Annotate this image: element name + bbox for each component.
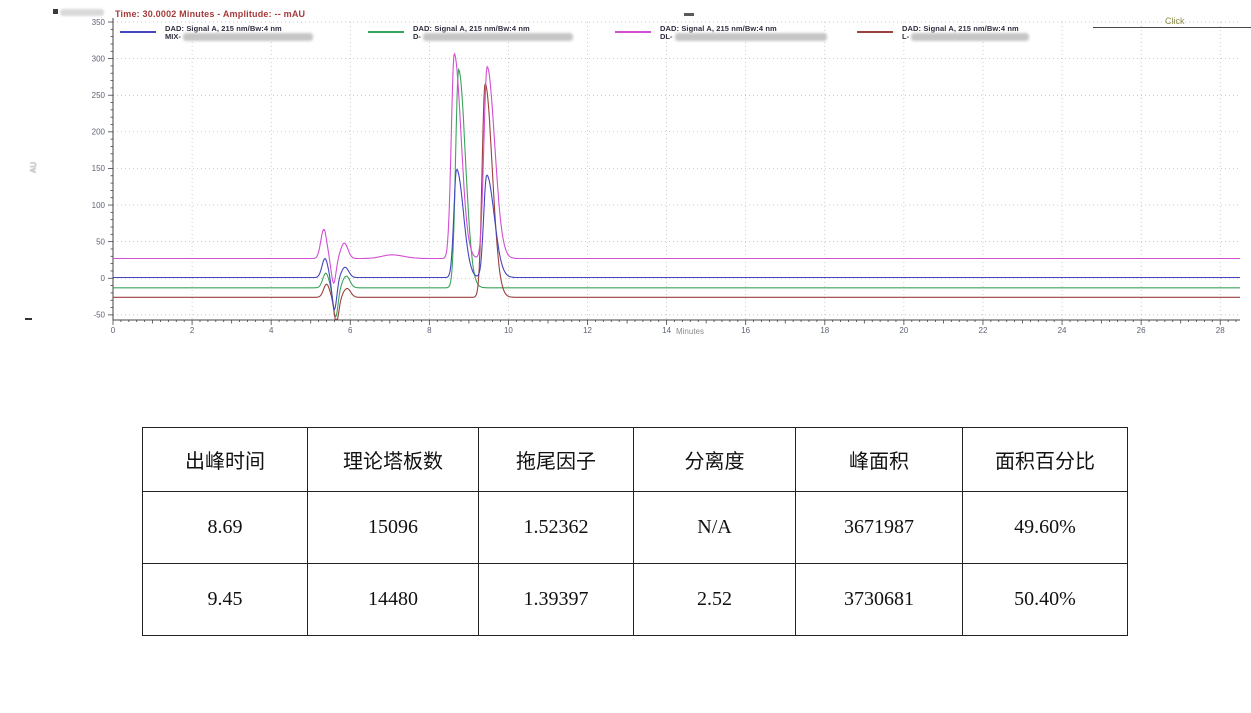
y-tick-label: 200 (92, 128, 106, 137)
trace-d (113, 70, 1240, 317)
y-tick-label: -50 (93, 311, 105, 320)
table-header-row: 出峰时间 理论塔板数 拖尾因子 分离度 峰面积 面积百分比 (143, 428, 1128, 492)
cell-peak-time: 8.69 (143, 492, 308, 564)
cell-area-percent: 49.60% (963, 492, 1128, 564)
x-tick-label: 22 (979, 326, 988, 335)
x-tick-label: 6 (348, 326, 353, 335)
legend-sample-prefix: DL- (660, 33, 673, 41)
legend-sample-prefix: D- (413, 33, 421, 41)
peak-results-table: 出峰时间 理论塔板数 拖尾因子 分离度 峰面积 面积百分比 8.69 15096… (142, 427, 1128, 636)
cell-plates: 14480 (308, 564, 479, 636)
legend-entry-l: DAD: Signal A, 215 nm/Bw:4 nmL- (902, 25, 1029, 41)
redacted-smudge (60, 9, 104, 16)
cell-resolution: 2.52 (634, 564, 796, 636)
y-tick-label: 150 (92, 164, 106, 173)
chromatogram-panel: -500501001502002503003500246810121416182… (0, 0, 1251, 360)
chromatogram-plot: -500501001502002503003500246810121416182… (0, 0, 1251, 360)
x-tick-label: 0 (111, 326, 116, 335)
header-tailing: 拖尾因子 (479, 428, 634, 492)
x-tick-label: 26 (1137, 326, 1146, 335)
click-link[interactable]: Click (1165, 16, 1185, 26)
peak-results-region: 出峰时间 理论塔板数 拖尾因子 分离度 峰面积 面积百分比 8.69 15096… (142, 427, 1128, 636)
y-tick-label: 350 (92, 18, 106, 27)
legend-sample-prefix: MIX- (165, 33, 181, 41)
redacted-sample-name (675, 33, 827, 41)
x-tick-label: 8 (427, 326, 432, 335)
legend-swatch-mix (120, 31, 156, 33)
legend-swatch-l (857, 31, 893, 33)
minimize-mark (684, 13, 694, 16)
y-tick-label: 100 (92, 201, 106, 210)
cell-peak-time: 9.45 (143, 564, 308, 636)
legend-sample-label: MIX- (165, 33, 313, 41)
x-tick-label: 2 (190, 326, 195, 335)
trace-l (113, 84, 1240, 319)
cell-area-percent: 50.40% (963, 564, 1128, 636)
legend-signal-label: DAD: Signal A, 215 nm/Bw:4 nm (902, 25, 1029, 33)
chart-title: Time: 30.0002 Minutes - Amplitude: -- mA… (115, 9, 305, 19)
screenshot-root: -500501001502002503003500246810121416182… (0, 0, 1251, 713)
trace-mix (113, 169, 1240, 309)
legend-entry-mix: DAD: Signal A, 215 nm/Bw:4 nmMIX- (165, 25, 313, 41)
redacted-sample-name (911, 33, 1029, 41)
y-axis-label: AU (29, 162, 38, 173)
legend-sample-prefix: L- (902, 33, 909, 41)
table-row: 9.45 14480 1.39397 2.52 3730681 50.40% (143, 564, 1128, 636)
header-resolution: 分离度 (634, 428, 796, 492)
legend-signal-label: DAD: Signal A, 215 nm/Bw:4 nm (660, 25, 827, 33)
x-tick-label: 4 (269, 326, 274, 335)
header-peak-time: 出峰时间 (143, 428, 308, 492)
cell-peak-area: 3730681 (796, 564, 963, 636)
legend-signal-label: DAD: Signal A, 215 nm/Bw:4 nm (165, 25, 313, 33)
x-tick-label: 20 (899, 326, 908, 335)
legend-entry-dl: DAD: Signal A, 215 nm/Bw:4 nmDL- (660, 25, 827, 41)
cell-resolution: N/A (634, 492, 796, 564)
legend-sample-label: D- (413, 33, 573, 41)
x-tick-label: 28 (1216, 326, 1225, 335)
table-row: 8.69 15096 1.52362 N/A 3671987 49.60% (143, 492, 1128, 564)
x-tick-label: 16 (741, 326, 750, 335)
y-tick-label: 0 (101, 274, 106, 283)
redacted-sample-name (423, 33, 573, 41)
redacted-sample-name (183, 33, 313, 41)
x-axis-label: Minutes (660, 327, 720, 336)
trace-dl (113, 54, 1240, 283)
x-tick-label: 10 (504, 326, 513, 335)
y-tick-label: 250 (92, 91, 106, 100)
header-plates: 理论塔板数 (308, 428, 479, 492)
top-right-divider (1093, 27, 1251, 28)
header-peak-area: 峰面积 (796, 428, 963, 492)
legend-sample-label: L- (902, 33, 1029, 41)
cell-tailing: 1.39397 (479, 564, 634, 636)
cell-plates: 15096 (308, 492, 479, 564)
cell-tailing: 1.52362 (479, 492, 634, 564)
legend-swatch-dl (615, 31, 651, 33)
legend-entry-d: DAD: Signal A, 215 nm/Bw:4 nmD- (413, 25, 573, 41)
toolbar-mark (53, 9, 58, 14)
y-tick-label: 300 (92, 54, 106, 63)
x-tick-label: 18 (820, 326, 829, 335)
margin-mark (25, 318, 32, 320)
legend-signal-label: DAD: Signal A, 215 nm/Bw:4 nm (413, 25, 573, 33)
header-area-percent: 面积百分比 (963, 428, 1128, 492)
x-tick-label: 12 (583, 326, 592, 335)
y-tick-label: 50 (96, 237, 105, 246)
legend-sample-label: DL- (660, 33, 827, 41)
legend-swatch-d (368, 31, 404, 33)
x-tick-label: 24 (1058, 326, 1067, 335)
cell-peak-area: 3671987 (796, 492, 963, 564)
